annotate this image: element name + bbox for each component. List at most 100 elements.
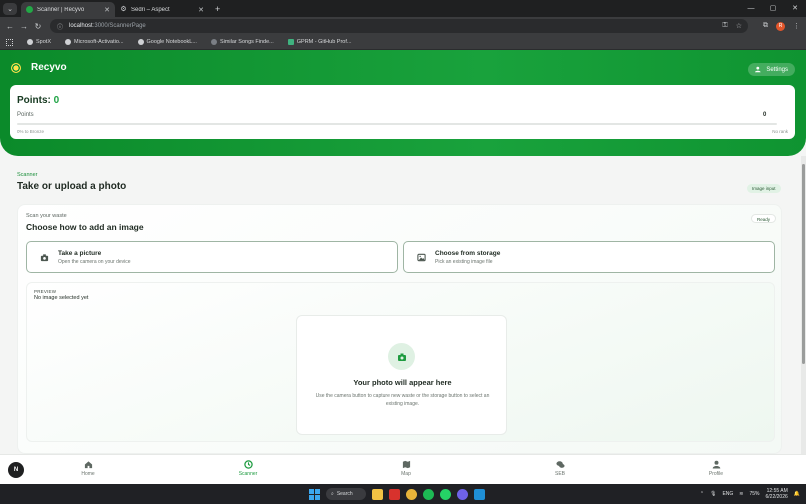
points-count: 0 bbox=[763, 112, 767, 118]
file-explorer-icon[interactable] bbox=[372, 488, 383, 500]
nav-item-map[interactable]: Map bbox=[386, 460, 426, 477]
header-hero: Recyvo Settings Points: 0 Points 0 0% to… bbox=[0, 50, 806, 156]
nav-item-home[interactable]: Home bbox=[68, 460, 108, 477]
settings-button[interactable]: Settings bbox=[748, 63, 795, 76]
forward-icon[interactable]: → bbox=[17, 22, 31, 31]
profile-avatar[interactable]: R bbox=[776, 21, 785, 31]
browser-tab-bar: ⌄ Scanner | Recyvo ✕ ⚙ Sedri – Aspect ✕ … bbox=[0, 0, 806, 17]
language-indicator[interactable]: ENG bbox=[722, 491, 733, 497]
music-icon bbox=[210, 39, 217, 45]
brand[interactable]: Recyvo bbox=[11, 62, 67, 73]
nav-item-scanner[interactable]: Scanner bbox=[228, 460, 268, 477]
option-description: Open the camera on your device bbox=[58, 258, 131, 265]
brand-name: Recyvo bbox=[31, 62, 67, 73]
tab-title: Sedri – Aspect bbox=[131, 6, 170, 13]
battery-indicator[interactable]: 75% bbox=[750, 491, 760, 497]
bookmark-item[interactable]: GPRM - GitHub Prof... bbox=[287, 39, 351, 45]
nav-label: SEB bbox=[554, 471, 565, 477]
points-label: Points bbox=[17, 112, 34, 118]
menu-dots-icon[interactable]: ⋮ bbox=[793, 22, 800, 30]
search-icon: ⌕ bbox=[331, 491, 334, 497]
points-title: Points: 0 bbox=[17, 95, 60, 106]
chevron-up-icon[interactable]: ⌃ bbox=[700, 491, 704, 497]
nav-label: Profile bbox=[708, 471, 724, 477]
extensions-icon[interactable]: ⧉ bbox=[763, 22, 768, 30]
url-host: localhost bbox=[69, 23, 93, 29]
taskbar-search[interactable]: ⌕ Search bbox=[326, 488, 366, 500]
gprm-icon bbox=[287, 39, 294, 45]
progress-left-label: 0% to Bronze bbox=[17, 129, 45, 134]
camera-icon bbox=[388, 343, 415, 370]
image-icon bbox=[413, 249, 429, 265]
back-icon[interactable]: ← bbox=[3, 22, 17, 31]
tab-search-button[interactable]: ⌄ bbox=[3, 2, 17, 15]
new-tab-icon[interactable]: + bbox=[215, 4, 220, 14]
card-title: Choose how to add an image bbox=[26, 222, 144, 232]
bookmarks-bar: SpotX Microsoft-Activatio... Google Note… bbox=[0, 35, 806, 50]
map-icon bbox=[402, 460, 411, 469]
site-info-icon[interactable]: ⓘ bbox=[57, 22, 63, 31]
whatsapp-icon[interactable] bbox=[440, 488, 451, 500]
section-eyebrow: Scanner bbox=[17, 172, 38, 178]
window-controls: — ▢ ✕ bbox=[740, 0, 806, 17]
bookmark-item[interactable]: Google NotebookL... bbox=[137, 39, 197, 45]
option-title: Take a picture bbox=[58, 249, 102, 257]
bookmark-item[interactable]: Similar Songs Finde... bbox=[210, 39, 274, 45]
preview-label: PREVIEW bbox=[34, 289, 57, 294]
placeholder-title: Your photo will appear here bbox=[353, 378, 452, 387]
gear-icon: ⚙ bbox=[120, 6, 127, 13]
nav-label: Home bbox=[81, 471, 95, 477]
user-settings-icon bbox=[755, 66, 761, 73]
spotify-icon[interactable] bbox=[423, 488, 434, 500]
reload-icon[interactable]: ↻ bbox=[31, 22, 45, 31]
system-tray: ⌃ 🎙 ENG ≋ 75% 12:55 AM 6/22/2026 🔔 bbox=[700, 484, 800, 504]
key-icon[interactable]: ⚿ bbox=[722, 22, 727, 30]
windows-start-icon[interactable] bbox=[309, 488, 320, 500]
status-badge: Ready bbox=[751, 214, 777, 223]
app-store-icon[interactable] bbox=[474, 488, 485, 500]
take-picture-button[interactable]: Take a picture Open the camera on your d… bbox=[26, 241, 398, 273]
image-preview: PREVIEW No image selected yet Your photo… bbox=[26, 282, 775, 442]
floating-action-button[interactable]: N bbox=[8, 462, 24, 478]
placeholder-description: Use the camera button to capture new was… bbox=[315, 393, 490, 407]
address-toolbar: ← → ↻ ⓘ localhost:3000/ScannerPage ⚿ ☆ ⧉… bbox=[0, 17, 806, 35]
profile-icon bbox=[712, 460, 721, 469]
nav-item-profile[interactable]: Profile bbox=[696, 460, 736, 477]
recyvo-logo-icon bbox=[11, 62, 21, 73]
close-icon[interactable]: ✕ bbox=[198, 6, 204, 14]
scanner-icon bbox=[243, 460, 253, 469]
settings-label: Settings bbox=[766, 66, 788, 73]
clock[interactable]: 12:55 AM 6/22/2026 bbox=[766, 488, 788, 500]
notification-bell-icon[interactable]: 🔔 bbox=[794, 491, 800, 497]
messenger-icon[interactable] bbox=[457, 488, 468, 500]
microphone-icon[interactable]: 🎙 bbox=[710, 491, 716, 497]
chat-icon bbox=[555, 460, 565, 469]
apps-grid-icon[interactable] bbox=[6, 38, 13, 46]
notebook-icon bbox=[137, 39, 144, 45]
bookmark-item[interactable]: SpotX bbox=[27, 39, 51, 45]
rank-progress-bar bbox=[17, 123, 777, 125]
page-scrollbar[interactable] bbox=[801, 156, 806, 454]
page-title: Take or upload a photo bbox=[17, 181, 127, 192]
choose-storage-button[interactable]: Choose from storage Pick an existing ima… bbox=[403, 241, 775, 273]
scrollbar-thumb[interactable] bbox=[802, 164, 805, 364]
tab-scanner[interactable]: Scanner | Recyvo ✕ bbox=[21, 2, 115, 17]
maximize-icon[interactable]: ▢ bbox=[762, 0, 784, 17]
url-bar[interactable]: ⓘ localhost:3000/ScannerPage ⚿ ☆ bbox=[50, 19, 748, 33]
close-window-icon[interactable]: ✕ bbox=[784, 0, 806, 17]
app-l-icon[interactable] bbox=[389, 488, 400, 500]
chrome-icon[interactable] bbox=[406, 488, 417, 500]
nav-item-seb[interactable]: SEB bbox=[540, 460, 580, 477]
app-viewport: Recyvo Settings Points: 0 Points 0 0% to… bbox=[0, 50, 806, 484]
bookmark-star-icon[interactable]: ☆ bbox=[736, 22, 742, 30]
minimize-icon[interactable]: — bbox=[740, 0, 762, 17]
wifi-icon[interactable]: ≋ bbox=[739, 491, 743, 497]
github-icon bbox=[64, 39, 71, 45]
tab-aspect[interactable]: ⚙ Sedri – Aspect ✕ bbox=[115, 2, 209, 17]
bottom-navigation: N Home Scanner Map SEB Profile bbox=[0, 454, 806, 484]
progress-right-label: No rank bbox=[772, 129, 788, 134]
nav-label: Map bbox=[401, 471, 411, 477]
bookmark-item[interactable]: Microsoft-Activatio... bbox=[64, 39, 124, 45]
scanner-card: Scan your waste Choose how to add an ima… bbox=[17, 204, 782, 454]
close-icon[interactable]: ✕ bbox=[104, 6, 110, 14]
